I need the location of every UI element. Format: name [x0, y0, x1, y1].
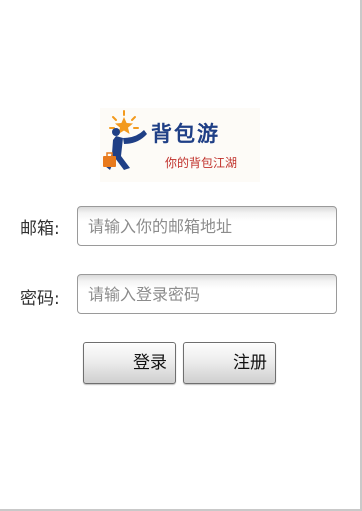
logo-name: 背包游 [151, 121, 220, 146]
login-screen: 背包游 你的背包江湖 邮箱: 密码: 登录 注册 [0, 0, 362, 511]
logo-slogan: 你的背包江湖 [165, 156, 238, 170]
email-input[interactable] [77, 206, 337, 246]
email-label: 邮箱: [20, 219, 60, 239]
backpacker-icon [103, 110, 147, 170]
app-logo: 背包游 你的背包江湖 [100, 108, 260, 182]
register-button[interactable]: 注册 [183, 342, 276, 384]
password-label: 密码: [20, 289, 60, 309]
login-button[interactable]: 登录 [83, 342, 176, 384]
password-input[interactable] [77, 274, 337, 314]
